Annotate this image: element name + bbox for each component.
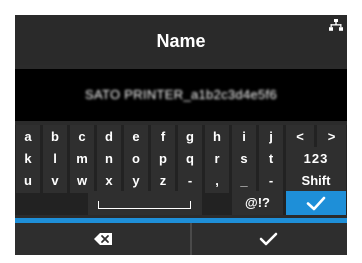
name-input[interactable]: SATO PRINTER_a1b2c3d4e5f6 [15,69,347,121]
key-k[interactable]: k [16,147,40,171]
key-z[interactable]: z [151,169,175,193]
page-title: Name [156,31,206,51]
on-screen-keyboard: a b c d e f g h i j < > k l m n o p q r … [15,125,347,215]
confirm-button[interactable] [192,223,347,255]
key-space[interactable] [88,191,202,215]
check-icon [306,196,326,211]
key-g[interactable]: g [178,125,202,149]
title-bar: Name [15,15,347,65]
softkey-bar [15,223,347,255]
key-f[interactable]: f [151,125,175,149]
key-cursor-right[interactable]: > [317,125,346,149]
key-r[interactable]: r [205,147,229,171]
key-t[interactable]: t [259,147,283,171]
key-comma[interactable]: , [205,169,229,193]
backspace-icon [94,233,112,245]
key-enter[interactable] [286,191,346,215]
printer-display: Name SATO PRINTER_a1b2c3d4e5f6 a b c d e… [15,15,347,255]
key-p[interactable]: p [151,147,175,171]
key-h[interactable]: h [205,125,229,149]
key-a[interactable]: a [16,125,40,149]
key-y[interactable]: y [124,169,148,193]
key-numeric-mode[interactable]: 123 [286,147,346,171]
name-value: SATO PRINTER_a1b2c3d4e5f6 [84,87,277,102]
key-underscore[interactable]: _ [232,169,256,193]
key-b[interactable]: b [43,125,67,149]
check-icon [259,232,278,246]
key-u[interactable]: u [16,169,40,193]
key-w[interactable]: w [70,169,94,193]
key-v[interactable]: v [43,169,67,193]
key-s[interactable]: s [232,147,256,171]
key-l[interactable]: l [43,147,67,171]
key-e[interactable]: e [124,125,148,149]
key-q[interactable]: q [178,147,202,171]
key-cursor-left[interactable]: < [286,125,314,149]
key-j[interactable]: j [259,125,283,149]
key-hyphen[interactable]: - [178,169,202,193]
key-o[interactable]: o [124,147,148,171]
key-i[interactable]: i [232,125,256,149]
key-symbols[interactable]: @!? [232,191,283,215]
key-d[interactable]: d [97,125,121,149]
key-dash[interactable]: - [259,169,283,193]
space-bar-icon [98,201,191,209]
key-c[interactable]: c [70,125,94,149]
key-n[interactable]: n [97,147,121,171]
key-x[interactable]: x [97,169,121,193]
backspace-button[interactable] [15,223,190,255]
key-shift[interactable]: Shift [286,169,346,193]
key-m[interactable]: m [70,147,94,171]
network-icon [329,19,343,31]
